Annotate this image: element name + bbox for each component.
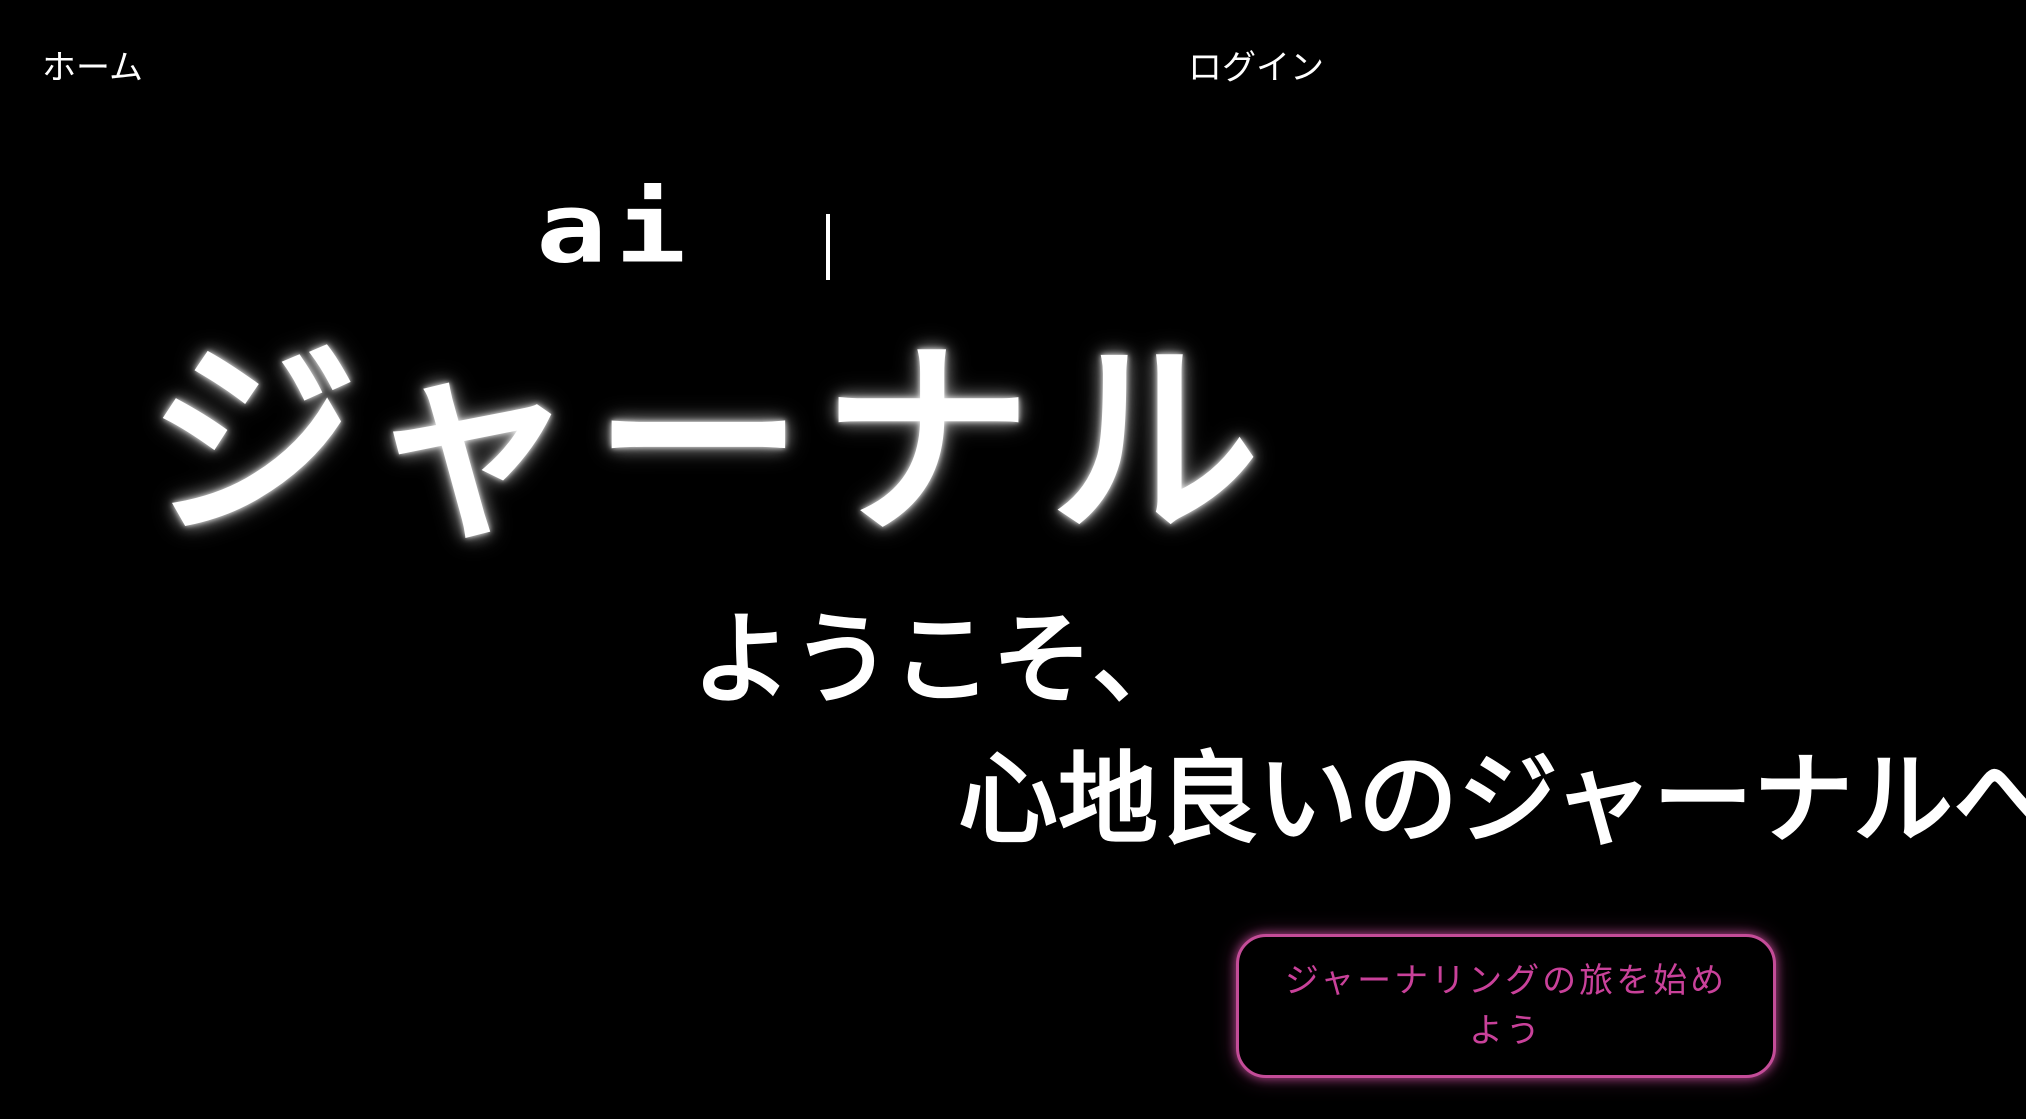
welcome-text-line2: 心地良いのジャーナルへ	[958, 741, 2026, 858]
welcome-text-line1: ようこそ、	[692, 601, 1192, 718]
logo: ai	[536, 168, 830, 288]
nav-login-link[interactable]: ログイン	[1188, 44, 1324, 92]
typing-cursor	[826, 214, 830, 280]
page: ホーム ログイン ai ジャーナル ようこそ、 心地良いのジャーナルへ ジャーナ…	[0, 0, 2026, 1119]
hero-title: ジャーナル	[148, 320, 1278, 565]
start-journaling-button[interactable]: ジャーナリングの旅を始めよう	[1236, 934, 1776, 1078]
logo-text: ai	[536, 171, 695, 285]
nav-home-link[interactable]: ホーム	[42, 44, 143, 92]
start-journaling-button-label: ジャーナリングの旅を始めよう	[1284, 961, 1728, 1051]
